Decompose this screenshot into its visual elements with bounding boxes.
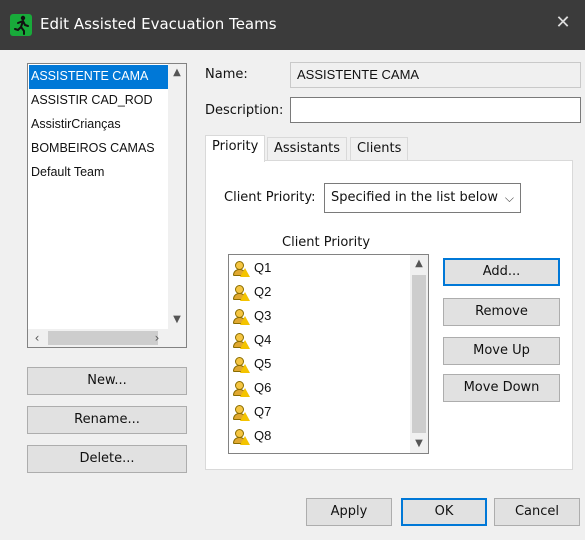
- new-button[interactable]: New...: [27, 367, 187, 395]
- scroll-up-icon[interactable]: ▲: [410, 255, 428, 273]
- client-priority-label: Client Priority:: [224, 190, 316, 205]
- client-label: Q8: [254, 428, 272, 443]
- client-list-item[interactable]: Q4: [232, 328, 271, 352]
- client-list-item[interactable]: Q7: [232, 400, 271, 424]
- scroll-left-icon[interactable]: ‹: [28, 329, 46, 347]
- person-warning-icon: [232, 428, 250, 445]
- tab-assistants[interactable]: Assistants: [267, 137, 347, 161]
- client-label: Q5: [254, 356, 272, 371]
- client-label: Q2: [254, 284, 272, 299]
- add-button[interactable]: Add...: [443, 258, 560, 286]
- client-priority-list-header: Client Priority: [282, 235, 371, 250]
- client-list-scrollbar[interactable]: ▲ ▼: [410, 255, 428, 453]
- move-up-button[interactable]: Move Up: [443, 337, 560, 365]
- teams-vertical-scrollbar[interactable]: ▲ ▼: [168, 64, 186, 329]
- name-label: Name:: [205, 67, 248, 82]
- team-list-item[interactable]: AssistirCrianças: [29, 113, 168, 137]
- scroll-thumb[interactable]: [48, 331, 158, 345]
- client-list-item[interactable]: Q8: [232, 424, 271, 448]
- teams-list[interactable]: ASSISTENTE CAMA ASSISTIR CAD_ROD Assisti…: [27, 63, 187, 348]
- team-list-item[interactable]: ASSISTENTE CAMA: [29, 65, 168, 89]
- close-icon[interactable]: ✕: [551, 10, 575, 36]
- client-list-item[interactable]: Q5: [232, 352, 271, 376]
- client-list-item[interactable]: Q1: [232, 256, 271, 280]
- client-priority-list[interactable]: Q1 Q2 Q3 Q4 Q5 Q6 Q7 Q8 ▲ ▼: [228, 254, 429, 454]
- person-warning-icon: [232, 356, 250, 373]
- teams-horizontal-scrollbar[interactable]: ‹ ›: [28, 329, 186, 347]
- person-warning-icon: [232, 332, 250, 349]
- client-label: Q7: [254, 404, 272, 419]
- person-warning-icon: [232, 260, 250, 277]
- running-man-icon: [10, 14, 32, 36]
- scroll-down-icon[interactable]: ▼: [410, 435, 428, 453]
- client-label: Q6: [254, 380, 272, 395]
- tab-clients[interactable]: Clients: [350, 137, 409, 161]
- title-bar: Edit Assisted Evacuation Teams ✕: [0, 0, 585, 50]
- ok-button[interactable]: OK: [401, 498, 487, 526]
- delete-button[interactable]: Delete...: [27, 445, 187, 473]
- description-label: Description:: [205, 103, 284, 118]
- client-list-item[interactable]: Q3: [232, 304, 271, 328]
- name-field[interactable]: ASSISTENTE CAMA: [290, 62, 581, 88]
- tab-priority[interactable]: Priority: [205, 135, 266, 162]
- cancel-button[interactable]: Cancel: [494, 498, 580, 526]
- client-priority-value: Specified in the list below: [331, 190, 498, 205]
- client-priority-dropdown[interactable]: Specified in the list below ⌵: [324, 183, 521, 213]
- client-label: Q1: [254, 260, 272, 275]
- remove-button[interactable]: Remove: [443, 298, 560, 326]
- chevron-down-icon: ⌵: [504, 191, 514, 205]
- client-label: Q3: [254, 308, 272, 323]
- team-list-item[interactable]: ASSISTIR CAD_ROD: [29, 89, 168, 113]
- scroll-thumb[interactable]: [412, 275, 426, 433]
- team-list-item[interactable]: Default Team: [29, 161, 168, 185]
- scroll-up-icon[interactable]: ▲: [168, 64, 186, 82]
- team-list-item[interactable]: BOMBEIROS CAMAS: [29, 137, 168, 161]
- apply-button[interactable]: Apply: [306, 498, 392, 526]
- move-down-button[interactable]: Move Down: [443, 374, 560, 402]
- person-warning-icon: [232, 380, 250, 397]
- client-list-item[interactable]: Q2: [232, 280, 271, 304]
- person-warning-icon: [232, 308, 250, 325]
- scroll-down-icon[interactable]: ▼: [168, 311, 186, 329]
- client-label: Q4: [254, 332, 272, 347]
- scroll-right-icon[interactable]: ›: [148, 329, 166, 347]
- person-warning-icon: [232, 404, 250, 421]
- window-title: Edit Assisted Evacuation Teams: [40, 15, 277, 33]
- person-warning-icon: [232, 284, 250, 301]
- client-list-item[interactable]: Q6: [232, 376, 271, 400]
- description-field[interactable]: [290, 97, 581, 123]
- rename-button[interactable]: Rename...: [27, 406, 187, 434]
